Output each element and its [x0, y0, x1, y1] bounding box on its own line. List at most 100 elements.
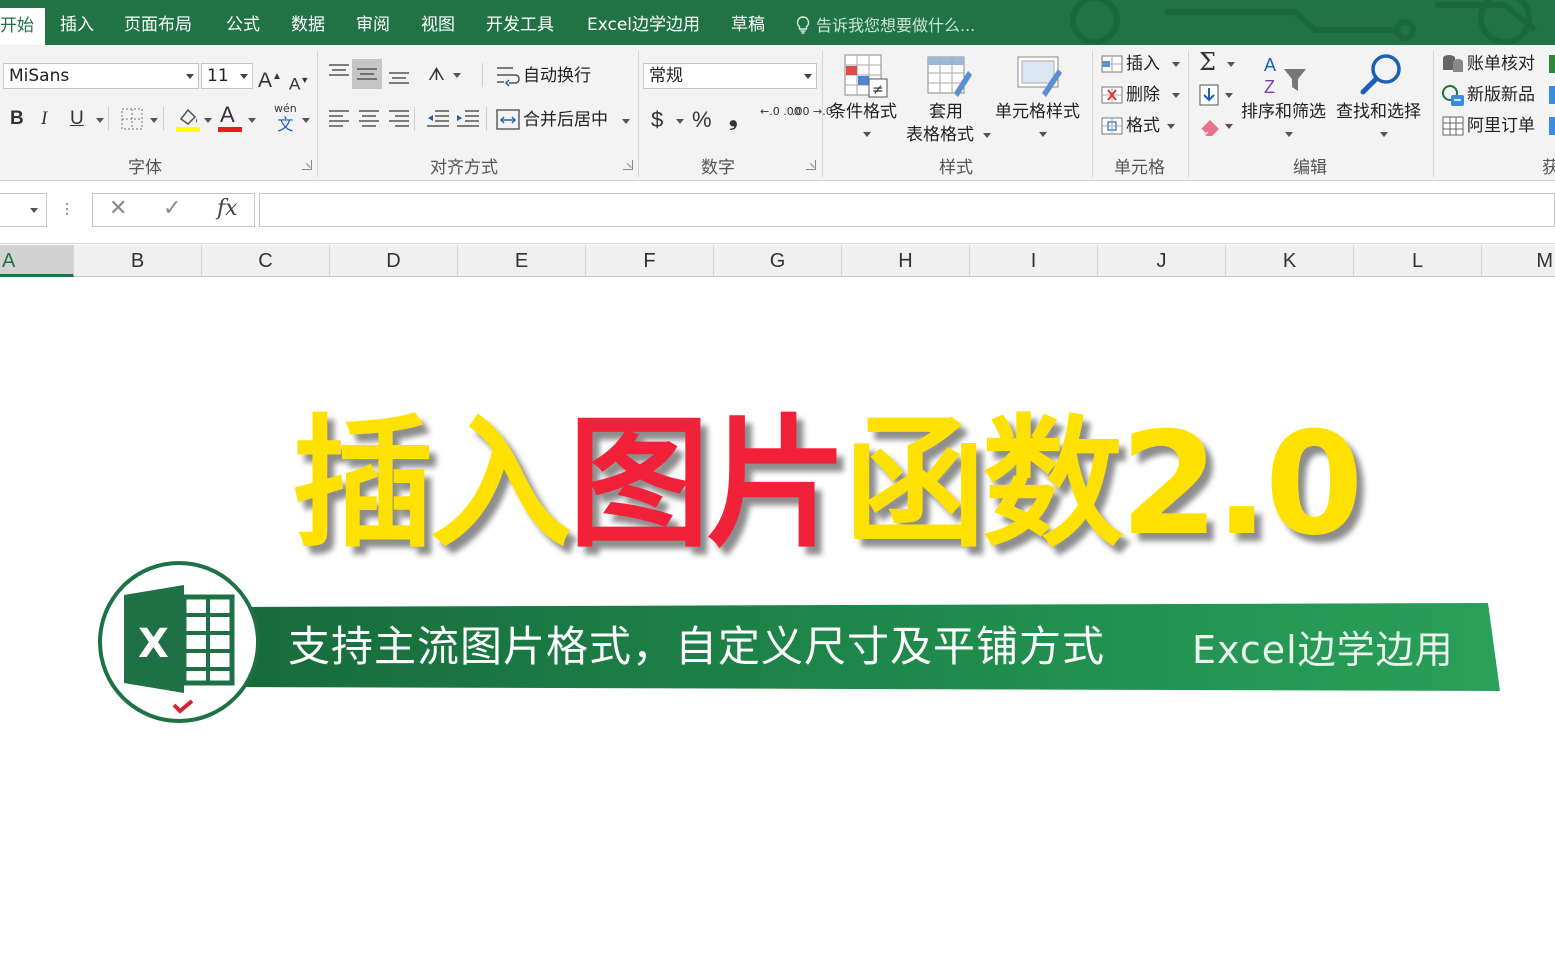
chevron-down-icon[interactable]	[1225, 93, 1233, 98]
phonetic-guide-button[interactable]: wén 文	[274, 102, 297, 134]
column-header-h[interactable]: H	[842, 245, 970, 277]
tab-home[interactable]: 开始	[0, 8, 45, 45]
tab-page-layout[interactable]: 页面布局	[124, 0, 192, 45]
align-center-icon[interactable]	[358, 109, 380, 131]
increase-indent-icon[interactable]	[456, 109, 480, 131]
chevron-down-icon[interactable]	[983, 133, 991, 138]
tab-data[interactable]: 数据	[291, 0, 325, 45]
font-size-combo[interactable]: 11	[201, 63, 253, 89]
orientation-icon[interactable]: ᗑ	[428, 63, 445, 87]
chevron-down-icon[interactable]	[1167, 124, 1175, 129]
chevron-down-icon[interactable]	[1227, 62, 1235, 67]
worksheet-area[interactable]: 插入图片函数2.0 支持主流图片格式，自定义尺寸及平铺方式 Excel边学边用 …	[0, 277, 1555, 972]
addin-new-product-button[interactable]: 新版新品	[1467, 84, 1535, 106]
name-box[interactable]	[0, 193, 47, 227]
chevron-down-icon[interactable]	[622, 119, 630, 124]
conditional-formatting-button[interactable]: 条件格式	[829, 101, 897, 123]
align-bottom-icon[interactable]	[388, 63, 410, 85]
autosum-button[interactable]: Σ	[1199, 50, 1216, 74]
chevron-down-icon[interactable]	[1285, 132, 1293, 137]
merge-center-button[interactable]: 合并后居中	[523, 109, 608, 131]
cell-styles-icon[interactable]	[1016, 53, 1064, 99]
column-header-a[interactable]: A	[0, 245, 74, 277]
insert-function-icon[interactable]: fx	[217, 196, 238, 221]
chevron-down-icon[interactable]	[150, 118, 158, 123]
font-name-combo[interactable]: MiSans	[3, 63, 199, 89]
resize-handle-icon[interactable]	[65, 201, 69, 219]
format-as-table-label-1[interactable]: 套用	[929, 101, 963, 123]
borders-icon[interactable]	[121, 108, 143, 130]
column-header-e[interactable]: E	[458, 245, 586, 277]
clear-eraser-icon[interactable]	[1198, 115, 1222, 137]
chevron-down-icon[interactable]	[453, 73, 461, 78]
increase-decimal-button[interactable]: ←.0 .00	[760, 105, 801, 118]
chevron-down-icon[interactable]	[863, 132, 871, 137]
tab-developer[interactable]: 开发工具	[486, 0, 554, 45]
chevron-down-icon[interactable]	[204, 118, 212, 123]
delete-cells-button[interactable]: 删除	[1126, 84, 1160, 106]
italic-button[interactable]: I	[41, 107, 47, 131]
sort-filter-button[interactable]: 排序和筛选	[1241, 101, 1326, 123]
font-color-icon[interactable]: A	[220, 103, 235, 127]
chevron-down-icon[interactable]	[1039, 132, 1047, 137]
chevron-down-icon[interactable]	[96, 118, 104, 123]
addin-bill-check-button[interactable]: 账单核对	[1467, 53, 1535, 75]
tab-formulas[interactable]: 公式	[226, 0, 260, 45]
align-left-icon[interactable]	[328, 109, 350, 131]
tab-excel-learn[interactable]: Excel边学边用	[587, 0, 700, 45]
wrap-text-icon[interactable]	[496, 65, 520, 87]
column-header-k[interactable]: K	[1226, 245, 1354, 277]
column-header-l[interactable]: L	[1354, 245, 1482, 277]
tab-draft[interactable]: 草稿	[731, 0, 765, 45]
shrink-font-button[interactable]: A▼	[289, 68, 309, 97]
percent-button[interactable]: %	[692, 108, 712, 132]
tab-review[interactable]: 审阅	[356, 0, 390, 45]
align-top-icon[interactable]	[328, 63, 350, 85]
number-format-combo[interactable]: 常规	[643, 63, 817, 89]
cancel-entry-icon[interactable]: ✕	[109, 196, 127, 221]
sort-filter-icon[interactable]: A Z	[1262, 53, 1310, 99]
chevron-down-icon[interactable]	[302, 118, 310, 123]
bold-button[interactable]: B	[10, 107, 24, 131]
underline-button[interactable]: U	[70, 107, 84, 131]
alignment-dialog-launcher[interactable]	[623, 160, 633, 170]
chevron-down-icon[interactable]	[248, 118, 256, 123]
insert-cells-button[interactable]: 插入	[1126, 53, 1160, 75]
tell-me-search[interactable]: 告诉我您想要做什么...	[796, 0, 975, 45]
chevron-down-icon[interactable]	[1380, 132, 1388, 137]
tab-view[interactable]: 视图	[421, 0, 455, 45]
formula-input[interactable]	[259, 193, 1555, 227]
merge-center-icon[interactable]	[496, 109, 520, 131]
find-select-button[interactable]: 查找和选择	[1336, 101, 1421, 123]
chevron-down-icon[interactable]	[1225, 124, 1233, 129]
column-header-j[interactable]: J	[1098, 245, 1226, 277]
number-dialog-launcher[interactable]	[806, 160, 816, 170]
fill-color-icon[interactable]	[175, 105, 201, 133]
find-select-magnifier-icon[interactable]	[1356, 51, 1404, 99]
decrease-decimal-button[interactable]: .00 →.0	[792, 105, 833, 118]
confirm-entry-icon[interactable]: ✓	[163, 196, 181, 221]
align-right-icon[interactable]	[388, 109, 410, 131]
chevron-down-icon[interactable]	[676, 119, 684, 124]
comma-style-button[interactable]: ❟	[729, 107, 738, 131]
column-header-d[interactable]: D	[330, 245, 458, 277]
addin-ali-order-button[interactable]: 阿里订单	[1467, 115, 1535, 137]
cell-styles-button[interactable]: 单元格样式	[995, 101, 1080, 123]
column-header-c[interactable]: C	[202, 245, 330, 277]
format-as-table-label-2[interactable]: 表格格式	[906, 124, 974, 146]
column-header-b[interactable]: B	[74, 245, 202, 277]
column-header-m[interactable]: M	[1482, 245, 1555, 277]
format-as-table-icon[interactable]	[926, 53, 972, 99]
wrap-text-button[interactable]: 自动换行	[523, 65, 591, 87]
tab-insert[interactable]: 插入	[60, 0, 94, 45]
decrease-indent-icon[interactable]	[426, 109, 450, 131]
format-cells-button[interactable]: 格式	[1126, 115, 1160, 137]
column-header-f[interactable]: F	[586, 245, 714, 277]
font-dialog-launcher[interactable]	[302, 160, 312, 170]
fill-down-icon[interactable]	[1198, 83, 1220, 107]
column-header-i[interactable]: I	[970, 245, 1098, 277]
currency-button[interactable]: $	[651, 108, 663, 132]
align-middle-icon[interactable]	[356, 63, 378, 85]
chevron-down-icon[interactable]	[1172, 62, 1180, 67]
column-header-g[interactable]: G	[714, 245, 842, 277]
